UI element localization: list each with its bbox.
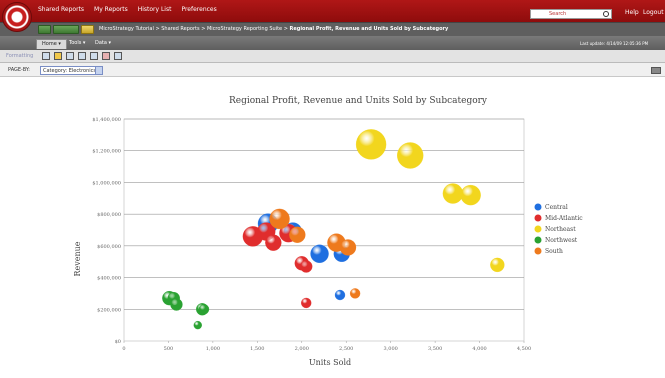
x-tick-label: 500 bbox=[164, 346, 174, 352]
bubble-south[interactable] bbox=[269, 208, 290, 230]
crumb-current-report: Regional Profit, Revenue and Units Sold … bbox=[289, 26, 449, 32]
last-update-text: Last update: 4/14/09 12:05:36 PM bbox=[580, 41, 649, 46]
bubble-northeast[interactable] bbox=[355, 129, 387, 160]
x-tick-label: 1,500 bbox=[250, 346, 264, 352]
bubble-northeast[interactable] bbox=[396, 142, 424, 169]
nav-history-list[interactable]: History List bbox=[138, 6, 172, 13]
legend-label: South bbox=[545, 248, 563, 255]
x-tick-label: 4,000 bbox=[472, 346, 486, 352]
y-tick-label: $400,000 bbox=[97, 276, 121, 282]
page-by-select[interactable]: Category: Electronics bbox=[40, 66, 103, 75]
grid-icon[interactable] bbox=[42, 52, 50, 60]
y-tick-label: $800,000 bbox=[97, 212, 121, 218]
bubble-northeast[interactable] bbox=[490, 257, 505, 273]
bubble-central[interactable] bbox=[334, 289, 346, 301]
nav-shared-reports[interactable]: Shared Reports bbox=[38, 6, 84, 13]
chart-area: Regional Profit, Revenue and Units Sold … bbox=[0, 77, 665, 376]
crumb-tutorial[interactable]: MicroStrategy Tutorial bbox=[99, 26, 154, 32]
grid-graph-icon[interactable] bbox=[66, 52, 74, 60]
y-axis-label: Revenue bbox=[73, 241, 82, 276]
bubble-south[interactable] bbox=[289, 226, 306, 244]
bubble-chart: Regional Profit, Revenue and Units Sold … bbox=[73, 96, 583, 367]
crumb-reporting-suite[interactable]: MicroStrategy Reporting Suite bbox=[207, 26, 282, 32]
page-by-label: PAGE-BY: bbox=[8, 67, 30, 73]
page-by-bar: PAGE-BY: Category: Electronics bbox=[0, 63, 665, 77]
breadcrumb: MicroStrategy Tutorial > Shared Reports … bbox=[0, 22, 665, 36]
legend-label: Northeast bbox=[545, 226, 576, 233]
chevron-down-icon[interactable] bbox=[95, 67, 102, 74]
legend-marker bbox=[534, 214, 542, 222]
chart-title: Regional Profit, Revenue and Units Sold … bbox=[229, 96, 488, 106]
breadcrumb-path: MicroStrategy Tutorial > Shared Reports … bbox=[99, 26, 449, 32]
home-icon[interactable] bbox=[38, 25, 51, 34]
bubble-northeast[interactable] bbox=[442, 183, 464, 204]
tab-data[interactable]: Data ▾ bbox=[90, 39, 116, 49]
y-tick-label: $1,400,000 bbox=[92, 117, 121, 123]
tab-tools[interactable]: Tools ▾ bbox=[64, 39, 90, 49]
toolbar-label: Formatting bbox=[6, 53, 34, 59]
y-tick-label: $600,000 bbox=[97, 244, 121, 250]
y-tick-label: $1,200,000 bbox=[92, 149, 121, 155]
bubble-northwest[interactable] bbox=[198, 304, 210, 315]
x-tick-label: 4,500 bbox=[517, 346, 531, 352]
bubble-northeast[interactable] bbox=[460, 184, 481, 206]
x-tick-label: 2,500 bbox=[339, 346, 353, 352]
legend-marker bbox=[534, 203, 542, 211]
bubble-northwest[interactable] bbox=[170, 298, 183, 311]
graph-icon[interactable] bbox=[54, 52, 62, 60]
x-tick-label: 0 bbox=[122, 346, 125, 352]
search-icon[interactable] bbox=[603, 11, 609, 17]
bubble-central[interactable] bbox=[310, 244, 329, 264]
legend-label: Central bbox=[545, 204, 568, 211]
up-folder-button[interactable] bbox=[53, 25, 79, 34]
formatting-toolbar: Formatting bbox=[0, 50, 665, 63]
x-tick-label: 1,000 bbox=[206, 346, 220, 352]
bubble-northwest[interactable] bbox=[193, 320, 203, 330]
help-link[interactable]: Help bbox=[625, 9, 639, 16]
logout-link[interactable]: Logout bbox=[643, 9, 664, 16]
close-icon[interactable] bbox=[651, 67, 661, 74]
breadcrumb-buttons bbox=[38, 25, 94, 34]
legend-label: Mid-Atlantic bbox=[545, 215, 583, 222]
bubble-mid-atlantic[interactable] bbox=[300, 297, 312, 309]
crumb-shared-reports[interactable]: Shared Reports bbox=[161, 26, 199, 32]
x-tick-label: 2,000 bbox=[295, 346, 309, 352]
bubble-south[interactable] bbox=[339, 239, 357, 256]
bubble-mid-atlantic[interactable] bbox=[299, 260, 313, 273]
x-axis-label: Units Sold bbox=[309, 358, 351, 367]
plot-frame bbox=[123, 118, 525, 342]
x-tick-label: 3,000 bbox=[384, 346, 398, 352]
nav-my-reports[interactable]: My Reports bbox=[94, 6, 128, 13]
x-tick-label: 3,500 bbox=[428, 346, 442, 352]
y-tick-label: $0 bbox=[115, 339, 121, 345]
nav-preferences[interactable]: Preferences bbox=[181, 6, 216, 13]
top-nav: Shared Reports My Reports History List P… bbox=[38, 6, 217, 13]
search-input[interactable]: Search bbox=[530, 9, 612, 19]
folder-icon[interactable] bbox=[81, 25, 94, 34]
top-header-bar: Shared Reports My Reports History List P… bbox=[0, 0, 665, 22]
legend-marker bbox=[534, 247, 542, 255]
legend-label: Northwest bbox=[545, 237, 578, 244]
menu-bar: Home ▾ Tools ▾ Data ▾ Last update: 4/14/… bbox=[0, 36, 665, 50]
app-logo-icon[interactable] bbox=[2, 2, 32, 32]
bubble-south[interactable] bbox=[349, 288, 361, 299]
legend-marker bbox=[534, 236, 542, 244]
print-icon[interactable] bbox=[78, 52, 86, 60]
bubble-mid-atlantic[interactable] bbox=[265, 234, 282, 251]
pdf-icon[interactable] bbox=[102, 52, 110, 60]
y-tick-label: $200,000 bbox=[97, 307, 121, 313]
export-icon[interactable] bbox=[90, 52, 98, 60]
fullscreen-icon[interactable] bbox=[114, 52, 122, 60]
y-tick-label: $1,000,000 bbox=[92, 180, 121, 186]
tab-home[interactable]: Home ▾ bbox=[36, 39, 67, 49]
legend-marker bbox=[534, 225, 542, 233]
